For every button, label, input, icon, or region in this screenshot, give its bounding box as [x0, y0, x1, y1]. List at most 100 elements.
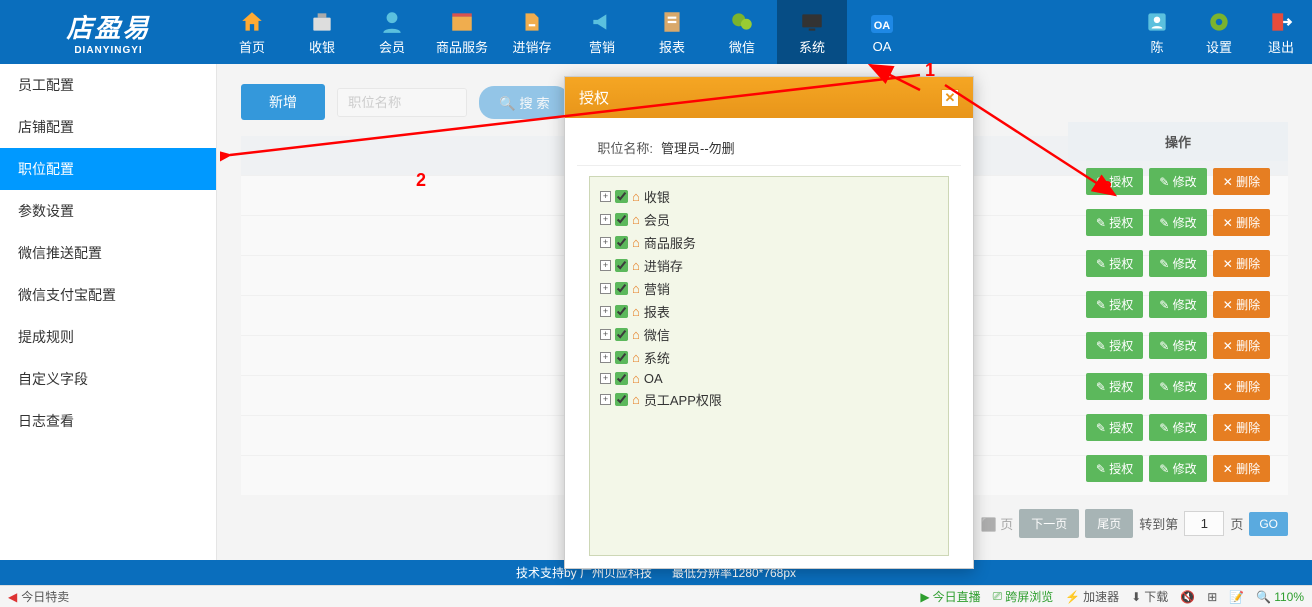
expand-icon[interactable]: +	[600, 329, 611, 340]
stock-icon	[519, 9, 545, 35]
nav-report[interactable]: 报表	[637, 0, 707, 64]
go-button[interactable]: GO	[1249, 512, 1288, 536]
tree-checkbox[interactable]	[615, 236, 628, 249]
nav-goods[interactable]: 商品服务	[427, 0, 497, 64]
nav-right-user[interactable]: 陈	[1126, 0, 1188, 64]
auth-button[interactable]: ✎ 授权	[1086, 455, 1143, 482]
tree-node[interactable]: +⌂营销	[600, 277, 938, 300]
expand-icon[interactable]: +	[600, 373, 611, 384]
delete-button[interactable]: ✕ 删除	[1213, 250, 1270, 277]
auth-button[interactable]: ✎ 授权	[1086, 168, 1143, 195]
nav-stock[interactable]: 进销存	[497, 0, 567, 64]
auth-button[interactable]: ✎ 授权	[1086, 373, 1143, 400]
tree-node[interactable]: +⌂收银	[600, 185, 938, 208]
tree-node[interactable]: +⌂系统	[600, 346, 938, 369]
delete-button[interactable]: ✕ 删除	[1213, 373, 1270, 400]
app-icon[interactable]: ⊞	[1207, 590, 1217, 604]
tree-checkbox[interactable]	[615, 305, 628, 318]
tree-node[interactable]: +⌂报表	[600, 300, 938, 323]
edit-button[interactable]: ✎ 修改	[1149, 250, 1206, 277]
edit-button[interactable]: ✎ 修改	[1149, 168, 1206, 195]
nav-mkt[interactable]: 营销	[567, 0, 637, 64]
tree-checkbox[interactable]	[615, 393, 628, 406]
page-input[interactable]	[1184, 511, 1224, 536]
auth-button[interactable]: ✎ 授权	[1086, 209, 1143, 236]
zoom-indicator[interactable]: 🔍 110%	[1256, 590, 1304, 604]
sidebar-item[interactable]: 微信支付宝配置	[0, 274, 216, 316]
nav-right-gear[interactable]: 设置	[1188, 0, 1250, 64]
tree-node[interactable]: +⌂进销存	[600, 254, 938, 277]
tree-checkbox[interactable]	[615, 213, 628, 226]
nav-home[interactable]: 首页	[217, 0, 287, 64]
search-button[interactable]: 🔍 搜 索	[479, 86, 570, 119]
ops-column: 操作 ✎ 授权✎ 修改✕ 删除✎ 授权✎ 修改✕ 删除✎ 授权✎ 修改✕ 删除✎…	[1068, 122, 1288, 489]
expand-icon[interactable]: +	[600, 237, 611, 248]
expand-icon[interactable]: +	[600, 214, 611, 225]
sidebar-item[interactable]: 员工配置	[0, 64, 216, 106]
nav-oa[interactable]: OAOA	[847, 0, 917, 64]
expand-icon[interactable]: +	[600, 306, 611, 317]
download-button[interactable]: ⬇ 下载	[1131, 588, 1168, 605]
edit-button[interactable]: ✎ 修改	[1149, 373, 1206, 400]
add-button[interactable]: 新增	[241, 84, 325, 120]
svg-text:OA: OA	[874, 20, 891, 32]
nav-right-exit[interactable]: 退出	[1250, 0, 1312, 64]
delete-button[interactable]: ✕ 删除	[1213, 455, 1270, 482]
last-page-button[interactable]: 尾页	[1085, 509, 1133, 538]
tree-checkbox[interactable]	[615, 259, 628, 272]
live-button[interactable]: ▶ 今日直播	[920, 588, 980, 605]
cross-screen-button[interactable]: ⎚ 跨屏浏览	[993, 588, 1054, 605]
delete-button[interactable]: ✕ 删除	[1213, 291, 1270, 318]
sidebar-item[interactable]: 店铺配置	[0, 106, 216, 148]
tree-node[interactable]: +⌂OA	[600, 369, 938, 388]
tree-node[interactable]: +⌂会员	[600, 208, 938, 231]
expand-icon[interactable]: +	[600, 191, 611, 202]
delete-button[interactable]: ✕ 删除	[1213, 332, 1270, 359]
edit-button[interactable]: ✎ 修改	[1149, 414, 1206, 441]
sidebar-item[interactable]: 提成规则	[0, 316, 216, 358]
modal-close-button[interactable]: ✕	[941, 89, 959, 107]
accelerator-button[interactable]: ⚡ 加速器	[1065, 588, 1119, 605]
sidebar-item[interactable]: 参数设置	[0, 190, 216, 232]
tree-checkbox[interactable]	[615, 351, 628, 364]
nav-member[interactable]: 会员	[357, 0, 427, 64]
edit-button[interactable]: ✎ 修改	[1149, 209, 1206, 236]
sidebar-item[interactable]: 微信推送配置	[0, 232, 216, 274]
permission-tree[interactable]: +⌂收银+⌂会员+⌂商品服务+⌂进销存+⌂营销+⌂报表+⌂微信+⌂系统+⌂OA+…	[589, 176, 949, 556]
auth-button[interactable]: ✎ 授权	[1086, 250, 1143, 277]
delete-button[interactable]: ✕ 删除	[1213, 414, 1270, 441]
tree-node[interactable]: +⌂微信	[600, 323, 938, 346]
expand-icon[interactable]: +	[600, 283, 611, 294]
edit-button[interactable]: ✎ 修改	[1149, 332, 1206, 359]
auth-button[interactable]: ✎ 授权	[1086, 414, 1143, 441]
nav-wechat[interactable]: 微信	[707, 0, 777, 64]
tree-checkbox[interactable]	[615, 190, 628, 203]
next-page-button[interactable]: 下一页	[1019, 509, 1079, 538]
search-input[interactable]	[337, 88, 467, 117]
edit-button[interactable]: ✎ 修改	[1149, 291, 1206, 318]
auth-button[interactable]: ✎ 授权	[1086, 332, 1143, 359]
expand-icon[interactable]: +	[600, 394, 611, 405]
col-ops-header: 操作	[1068, 122, 1288, 161]
note-icon[interactable]: 📝	[1229, 590, 1244, 604]
nav-system[interactable]: 系统	[777, 0, 847, 64]
tree-checkbox[interactable]	[615, 282, 628, 295]
tree-node[interactable]: +⌂员工APP权限	[600, 388, 938, 411]
nav-cash[interactable]: 收银	[287, 0, 357, 64]
tree-node[interactable]: +⌂商品服务	[600, 231, 938, 254]
mute-icon[interactable]: 🔇	[1180, 590, 1195, 604]
tree-checkbox[interactable]	[615, 372, 628, 385]
sidebar-item[interactable]: 职位配置	[0, 148, 216, 190]
edit-button[interactable]: ✎ 修改	[1149, 455, 1206, 482]
goods-icon	[449, 9, 475, 35]
tree-checkbox[interactable]	[615, 328, 628, 341]
status-left-label[interactable]: 今日特卖	[21, 588, 69, 605]
expand-icon[interactable]: +	[600, 260, 611, 271]
delete-button[interactable]: ✕ 删除	[1213, 168, 1270, 195]
auth-button[interactable]: ✎ 授权	[1086, 291, 1143, 318]
expand-icon[interactable]: +	[600, 352, 611, 363]
delete-button[interactable]: ✕ 删除	[1213, 209, 1270, 236]
folder-icon: ⌂	[632, 350, 640, 365]
sidebar-item[interactable]: 日志查看	[0, 400, 216, 442]
sidebar-item[interactable]: 自定义字段	[0, 358, 216, 400]
